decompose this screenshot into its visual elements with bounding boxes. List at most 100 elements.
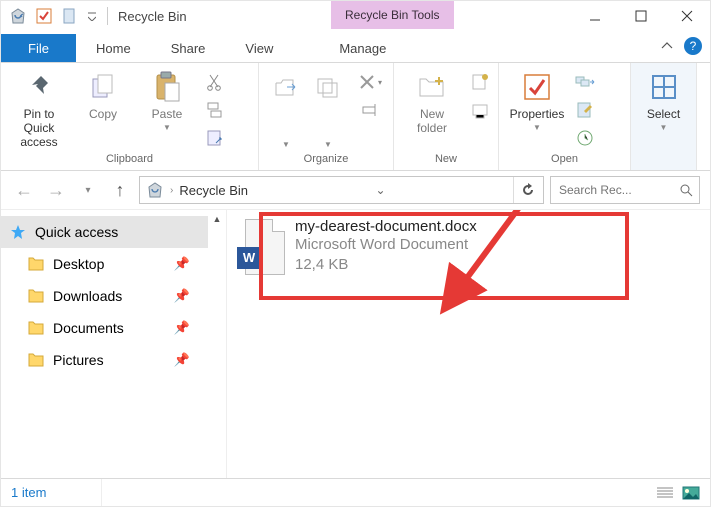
- copy-icon: [87, 71, 119, 103]
- group-label-organize: Organize: [259, 153, 393, 170]
- new-folder-icon: [416, 71, 448, 103]
- edit-icon[interactable]: [573, 99, 597, 121]
- sidebar-label: Pictures: [53, 352, 104, 368]
- ribbon-group-organize: ▼ ▼ ▾ Organize: [259, 63, 394, 170]
- folder-icon: [27, 353, 45, 367]
- pin-icon: 📌: [174, 352, 190, 368]
- copy-to-button[interactable]: ▼: [307, 67, 349, 149]
- sidebar-label: Quick access: [35, 224, 118, 240]
- recycle-bin-icon: [146, 181, 164, 199]
- chevron-down-icon: ▼: [324, 140, 332, 149]
- quick-access-icon: [9, 224, 27, 240]
- breadcrumb[interactable]: Recycle Bin: [179, 183, 248, 198]
- forward-button[interactable]: →: [43, 177, 69, 203]
- paste-shortcut-icon[interactable]: [203, 127, 227, 149]
- address-bar[interactable]: › Recycle Bin ⌄: [139, 176, 544, 204]
- refresh-button[interactable]: [513, 177, 537, 203]
- navigation-bar: ← → ▾ ↑ › Recycle Bin ⌄: [1, 171, 710, 209]
- qat-customize-icon[interactable]: [87, 7, 97, 25]
- sidebar-item-quick-access[interactable]: Quick access: [1, 216, 208, 248]
- delete-button[interactable]: ▾: [353, 71, 387, 93]
- window-title: Recycle Bin: [118, 9, 187, 24]
- close-button[interactable]: [664, 1, 710, 31]
- navigation-pane: Quick access Desktop 📌 Downloads 📌 Docum…: [1, 210, 226, 478]
- scroll-up-icon[interactable]: ▲: [210, 212, 224, 226]
- cut-icon[interactable]: [203, 71, 227, 93]
- sidebar-label: Documents: [53, 320, 124, 336]
- pin-icon: 📌: [174, 288, 190, 304]
- pin-icon: [23, 71, 55, 103]
- copy-button[interactable]: Copy: [71, 67, 135, 149]
- body: Quick access Desktop 📌 Downloads 📌 Docum…: [1, 209, 710, 478]
- tab-home[interactable]: Home: [76, 34, 151, 62]
- sidebar-item-desktop[interactable]: Desktop 📌: [1, 248, 208, 280]
- chevron-down-icon: ▼: [163, 123, 171, 132]
- back-button[interactable]: ←: [11, 177, 37, 203]
- recent-locations-button[interactable]: ▾: [75, 177, 101, 203]
- chevron-down-icon: ▼: [533, 123, 541, 132]
- rename-button[interactable]: [353, 99, 387, 121]
- sidebar-label: Desktop: [53, 256, 104, 272]
- annotation-arrow: [397, 209, 617, 320]
- sidebar-item-downloads[interactable]: Downloads 📌: [1, 280, 208, 312]
- up-button[interactable]: ↑: [107, 177, 133, 203]
- group-label-clipboard: Clipboard: [1, 153, 258, 170]
- new-item-icon[interactable]: [468, 71, 492, 93]
- recycle-bin-icon: [9, 7, 27, 25]
- move-to-button[interactable]: ▼: [265, 67, 307, 149]
- tab-manage[interactable]: Manage: [319, 34, 406, 62]
- chevron-down-icon: ▼: [282, 140, 290, 149]
- qat-document-icon[interactable]: [61, 7, 79, 25]
- search-box[interactable]: [550, 176, 700, 204]
- status-bar: 1 item: [1, 478, 710, 506]
- tab-share[interactable]: Share: [151, 34, 226, 62]
- search-icon[interactable]: [679, 183, 693, 197]
- tab-file[interactable]: File: [1, 34, 76, 62]
- easy-access-icon[interactable]: [468, 99, 492, 121]
- maximize-button[interactable]: [618, 1, 664, 31]
- details-view-button[interactable]: [656, 486, 674, 500]
- ribbon: Pin to Quick access Copy Paste ▼ Clipbo: [1, 63, 710, 171]
- item-count: 1 item: [11, 485, 46, 500]
- history-icon[interactable]: [573, 127, 597, 149]
- large-icons-view-button[interactable]: [682, 486, 700, 500]
- tab-view[interactable]: View: [225, 34, 293, 62]
- pin-icon: 📌: [174, 320, 190, 336]
- group-label-new: New: [394, 153, 498, 170]
- file-list[interactable]: W my-dearest-document.docx Microsoft Wor…: [226, 210, 710, 478]
- properties-icon: [521, 71, 553, 103]
- minimize-button[interactable]: [572, 1, 618, 31]
- select-button[interactable]: Select ▼: [637, 67, 690, 149]
- file-explorer-window: Recycle Bin Recycle Bin Tools File Home …: [0, 0, 711, 507]
- sidebar-scrollbar[interactable]: ▲: [208, 210, 226, 478]
- sidebar-item-documents[interactable]: Documents 📌: [1, 312, 208, 344]
- ribbon-group-new: New folder New: [394, 63, 499, 170]
- folder-icon: [27, 321, 45, 335]
- move-to-icon: [270, 71, 302, 100]
- collapse-ribbon-icon[interactable]: [658, 37, 676, 55]
- ribbon-group-select: Select ▼: [631, 63, 697, 170]
- contextual-tab-label[interactable]: Recycle Bin Tools: [331, 1, 454, 29]
- help-icon[interactable]: ?: [684, 37, 702, 55]
- paste-icon: [151, 71, 183, 103]
- search-input[interactable]: [557, 182, 675, 198]
- paste-button[interactable]: Paste ▼: [135, 67, 199, 149]
- folder-icon: [27, 289, 45, 303]
- pin-icon: 📌: [174, 256, 190, 272]
- ribbon-group-open: Properties ▼ Open: [499, 63, 631, 170]
- pin-to-quick-access-button[interactable]: Pin to Quick access: [7, 67, 71, 149]
- open-icon[interactable]: [573, 71, 597, 93]
- sidebar-item-pictures[interactable]: Pictures 📌: [1, 344, 208, 376]
- properties-button[interactable]: Properties ▼: [505, 67, 569, 149]
- ribbon-group-clipboard: Pin to Quick access Copy Paste ▼ Clipbo: [1, 63, 259, 170]
- qat-properties-icon[interactable]: [35, 7, 53, 25]
- copy-path-icon[interactable]: [203, 99, 227, 121]
- copy-to-icon: [312, 71, 344, 100]
- address-dropdown-icon[interactable]: ⌄: [371, 183, 389, 197]
- new-folder-button[interactable]: New folder: [400, 67, 464, 149]
- folder-icon: [27, 257, 45, 271]
- ribbon-tabs: File Home Share View Manage ?: [1, 31, 710, 63]
- select-icon: [648, 71, 680, 103]
- chevron-right-icon[interactable]: ›: [170, 185, 173, 196]
- group-label-open: Open: [499, 153, 630, 170]
